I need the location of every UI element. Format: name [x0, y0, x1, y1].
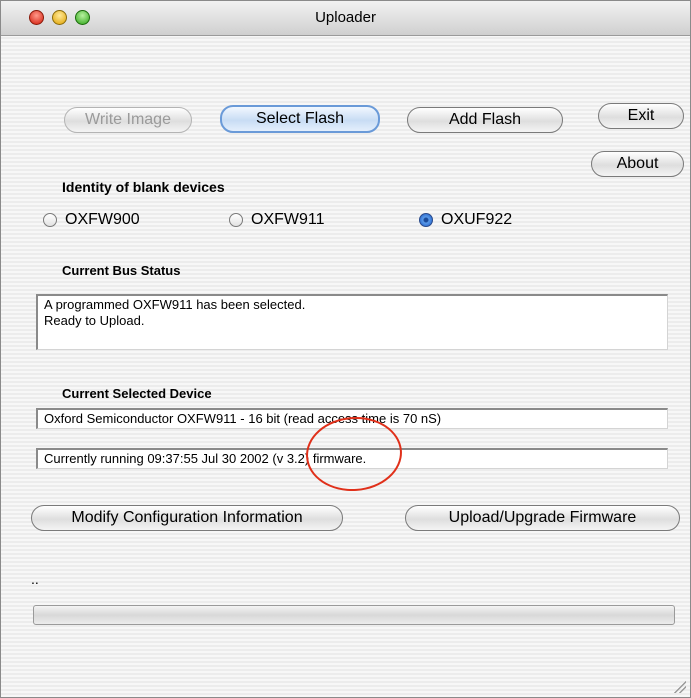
bus-status-line: A programmed OXFW911 has been selected. — [44, 297, 306, 312]
selected-device-label: Current Selected Device — [62, 386, 212, 401]
status-text: .. — [31, 571, 39, 587]
radio-button-selected-icon[interactable] — [419, 213, 433, 227]
radio-label: OXUF922 — [441, 211, 513, 228]
blank-devices-label: Identity of blank devices — [62, 179, 225, 195]
radio-oxfw911[interactable]: OXFW911 — [229, 211, 325, 229]
select-flash-button[interactable]: Select Flash — [220, 105, 380, 133]
uploader-window: Uploader Write Image Select Flash Add Fl… — [0, 0, 691, 698]
radio-button-icon[interactable] — [229, 213, 243, 227]
bus-status-label: Current Bus Status — [62, 263, 181, 278]
radio-label: OXFW911 — [251, 211, 325, 228]
progress-bar — [33, 605, 675, 625]
write-image-button[interactable]: Write Image — [64, 107, 192, 133]
radio-label: OXFW900 — [65, 211, 140, 228]
radio-oxuf922[interactable]: OXUF922 — [419, 211, 512, 229]
upload-firmware-button[interactable]: Upload/Upgrade Firmware — [405, 505, 680, 531]
device-info-field: Oxford Semiconductor OXFW911 - 16 bit (r… — [36, 408, 668, 429]
modify-configuration-button[interactable]: Modify Configuration Information — [31, 505, 343, 531]
firmware-info-field: Currently running 09:37:55 Jul 30 2002 (… — [36, 448, 668, 469]
exit-button[interactable]: Exit — [598, 103, 684, 129]
window-title: Uploader — [315, 9, 376, 26]
add-flash-button[interactable]: Add Flash — [407, 107, 563, 133]
bus-status-line: Ready to Upload. — [44, 313, 145, 328]
resize-grip-icon[interactable] — [674, 681, 686, 693]
about-button[interactable]: About — [591, 151, 684, 177]
radio-button-icon[interactable] — [43, 213, 57, 227]
title-bar[interactable]: Uploader — [1, 1, 690, 36]
radio-oxfw900[interactable]: OXFW900 — [43, 211, 140, 229]
bus-status-field: A programmed OXFW911 has been selected. … — [36, 294, 668, 350]
